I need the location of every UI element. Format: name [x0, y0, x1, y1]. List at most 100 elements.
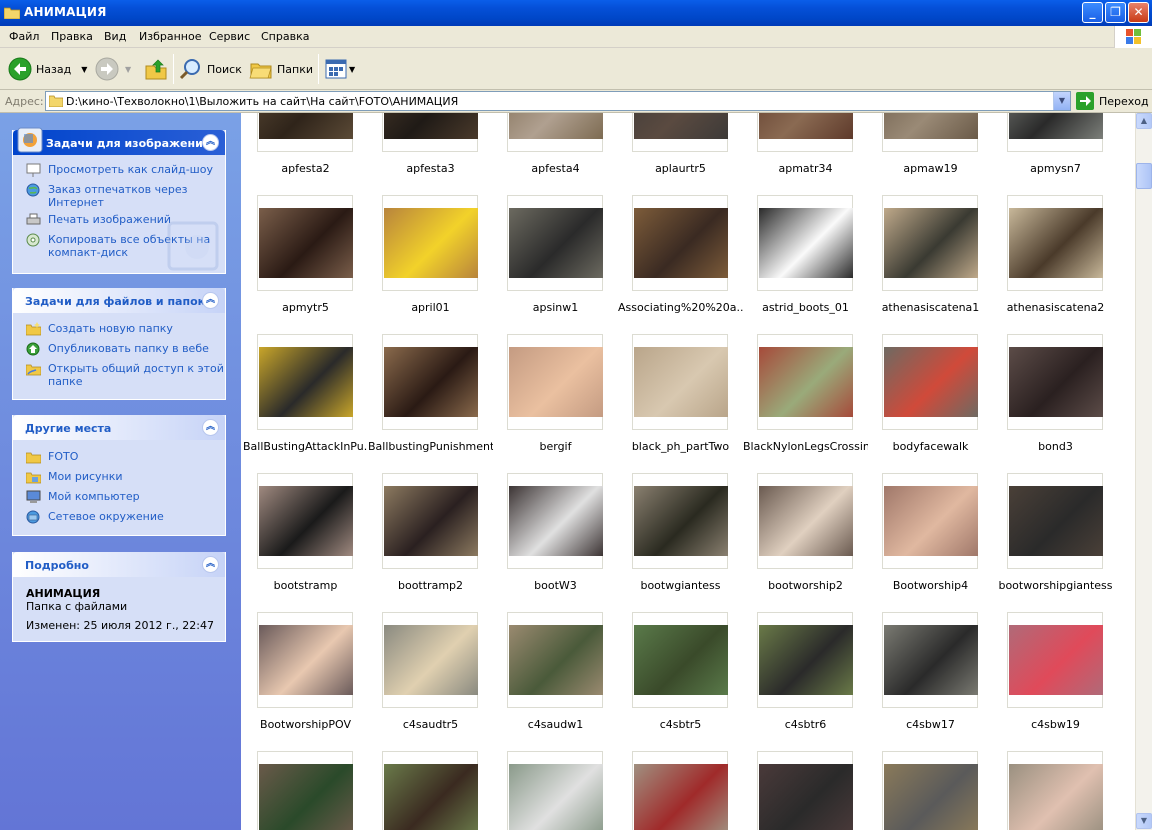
file-thumbnail[interactable]	[632, 473, 728, 569]
menu-tools[interactable]: Сервис	[209, 30, 250, 43]
file-name-label[interactable]: Bootworship4	[868, 579, 993, 592]
file-thumbnail[interactable]	[382, 751, 478, 830]
file-thumbnail[interactable]	[882, 612, 978, 708]
file-thumbnail[interactable]	[632, 612, 728, 708]
close-button[interactable]: ✕	[1128, 2, 1149, 23]
search-button[interactable]: Поиск	[179, 56, 242, 82]
address-dropdown-icon[interactable]: ▼	[1053, 92, 1070, 110]
file-thumbnail-view[interactable]: apfesta2 apfesta3 apfesta4 aplaurtr5 apmatr3…	[241, 113, 1135, 830]
go-button[interactable]: Переход	[1076, 91, 1149, 111]
file-name-label[interactable]: c4sbtr6	[743, 718, 868, 731]
file-name-label[interactable]: boottramp2	[368, 579, 493, 592]
file-name-label[interactable]: apsinw1	[493, 301, 618, 314]
forward-dropdown-icon[interactable]: ▼	[125, 65, 131, 74]
file-name-label[interactable]: bond3	[993, 440, 1118, 453]
file-name-label[interactable]: bootworship2	[743, 579, 868, 592]
title-bar[interactable]: АНИМАЦИЯ _ ❐ ✕	[0, 0, 1152, 26]
back-button[interactable]: Назад ▼	[8, 56, 87, 82]
order-prints-link[interactable]: Заказ отпечатков через Интернет	[13, 183, 225, 209]
file-name-label[interactable]: bergif	[493, 440, 618, 453]
file-name-label[interactable]: apfesta4	[493, 162, 618, 175]
place-my-computer-link[interactable]: Мой компьютер	[13, 490, 225, 503]
details-header[interactable]: Подробно ︽	[13, 552, 225, 577]
place-network-link[interactable]: Сетевое окружение	[13, 510, 225, 524]
file-thumbnail[interactable]	[757, 334, 853, 430]
collapse-chevron-icon[interactable]: ︽	[202, 292, 219, 309]
file-name-label[interactable]: black_ph_partTwo	[618, 440, 743, 453]
scroll-down-icon[interactable]: ▼	[1136, 813, 1152, 829]
file-name-label[interactable]: apfesta3	[368, 162, 493, 175]
file-name-label[interactable]: c4saudtr5	[368, 718, 493, 731]
file-name-label[interactable]: BlackNylonLegsCrossing1	[743, 440, 868, 453]
file-name-label[interactable]: BallBustingAttackInPu...	[243, 440, 368, 453]
place-my-pictures-link[interactable]: Мои рисунки	[13, 470, 225, 484]
file-name-label[interactable]: bootstramp	[243, 579, 368, 592]
file-thumbnail[interactable]	[882, 195, 978, 291]
slideshow-link[interactable]: Просмотреть как слайд-шоу	[13, 163, 225, 177]
forward-button[interactable]: ▼	[95, 56, 131, 82]
file-thumbnail[interactable]	[507, 334, 603, 430]
file-thumbnail[interactable]	[632, 751, 728, 830]
new-folder-link[interactable]: Создать новую папку	[13, 322, 225, 336]
menu-favorites[interactable]: Избранное	[139, 30, 201, 43]
place-foto-link[interactable]: FOTO	[13, 450, 225, 464]
file-thumbnail[interactable]	[882, 473, 978, 569]
maximize-button[interactable]: ❐	[1105, 2, 1126, 23]
folders-button[interactable]: Папки	[249, 56, 313, 82]
file-thumbnail[interactable]	[882, 751, 978, 830]
file-thumbnail[interactable]	[632, 334, 728, 430]
file-thumbnail[interactable]	[382, 334, 478, 430]
file-thumbnail[interactable]	[1007, 113, 1103, 152]
file-thumbnail[interactable]	[257, 113, 353, 152]
file-thumbnail[interactable]	[382, 113, 478, 152]
collapse-chevron-icon[interactable]: ︽	[202, 419, 219, 436]
scroll-up-icon[interactable]: ▲	[1136, 113, 1152, 129]
file-thumbnail[interactable]	[882, 113, 978, 152]
file-name-label[interactable]: c4sbw19	[993, 718, 1118, 731]
file-thumbnail[interactable]	[507, 473, 603, 569]
image-tasks-header[interactable]: Задачи для изображений ︽	[13, 127, 225, 155]
views-button[interactable]: ▼	[325, 56, 355, 82]
file-thumbnail[interactable]	[507, 195, 603, 291]
menu-edit[interactable]: Правка	[51, 30, 93, 43]
file-name-label[interactable]: BallbustingPunishment1	[368, 440, 493, 453]
file-thumbnail[interactable]	[257, 195, 353, 291]
file-thumbnail[interactable]	[1007, 195, 1103, 291]
scroll-thumb[interactable]	[1136, 163, 1152, 189]
menu-help[interactable]: Справка	[261, 30, 309, 43]
file-name-label[interactable]: bootW3	[493, 579, 618, 592]
file-thumbnail[interactable]	[757, 113, 853, 152]
file-name-label[interactable]: apmatr34	[743, 162, 868, 175]
file-thumbnail[interactable]	[757, 751, 853, 830]
file-name-label[interactable]: apmaw19	[868, 162, 993, 175]
vertical-scrollbar[interactable]: ▲ ▼	[1135, 113, 1152, 830]
menu-file[interactable]: Файл	[9, 30, 39, 43]
file-thumbnail[interactable]	[757, 473, 853, 569]
collapse-chevron-icon[interactable]: ︽	[202, 556, 219, 573]
file-name-label[interactable]: aplaurtr5	[618, 162, 743, 175]
file-thumbnail[interactable]	[257, 751, 353, 830]
collapse-chevron-icon[interactable]: ︽	[202, 134, 219, 151]
file-name-label[interactable]: astrid_boots_01	[743, 301, 868, 314]
share-folder-link[interactable]: Открыть общий доступ к этой папке	[13, 362, 225, 388]
file-thumbnail[interactable]	[1007, 473, 1103, 569]
file-name-label[interactable]: athenasiscatena2	[993, 301, 1118, 314]
file-name-label[interactable]: c4sbw17	[868, 718, 993, 731]
file-name-label[interactable]: bodyfacewalk	[868, 440, 993, 453]
file-thumbnail[interactable]	[382, 612, 478, 708]
file-name-label[interactable]: bootwgiantess	[618, 579, 743, 592]
menu-view[interactable]: Вид	[104, 30, 126, 43]
file-thumbnail[interactable]	[757, 612, 853, 708]
file-thumbnail[interactable]	[382, 195, 478, 291]
file-thumbnail[interactable]	[382, 473, 478, 569]
file-thumbnail[interactable]	[257, 334, 353, 430]
file-thumbnail[interactable]	[1007, 751, 1103, 830]
publish-folder-link[interactable]: Опубликовать папку в вебе	[13, 342, 225, 356]
file-thumbnail[interactable]	[507, 612, 603, 708]
file-thumbnail[interactable]	[257, 612, 353, 708]
file-tasks-header[interactable]: Задачи для файлов и папок ︽	[13, 288, 225, 313]
file-name-label[interactable]: april01	[368, 301, 493, 314]
file-thumbnail[interactable]	[757, 195, 853, 291]
file-thumbnail[interactable]	[882, 334, 978, 430]
file-name-label[interactable]: apmytr5	[243, 301, 368, 314]
